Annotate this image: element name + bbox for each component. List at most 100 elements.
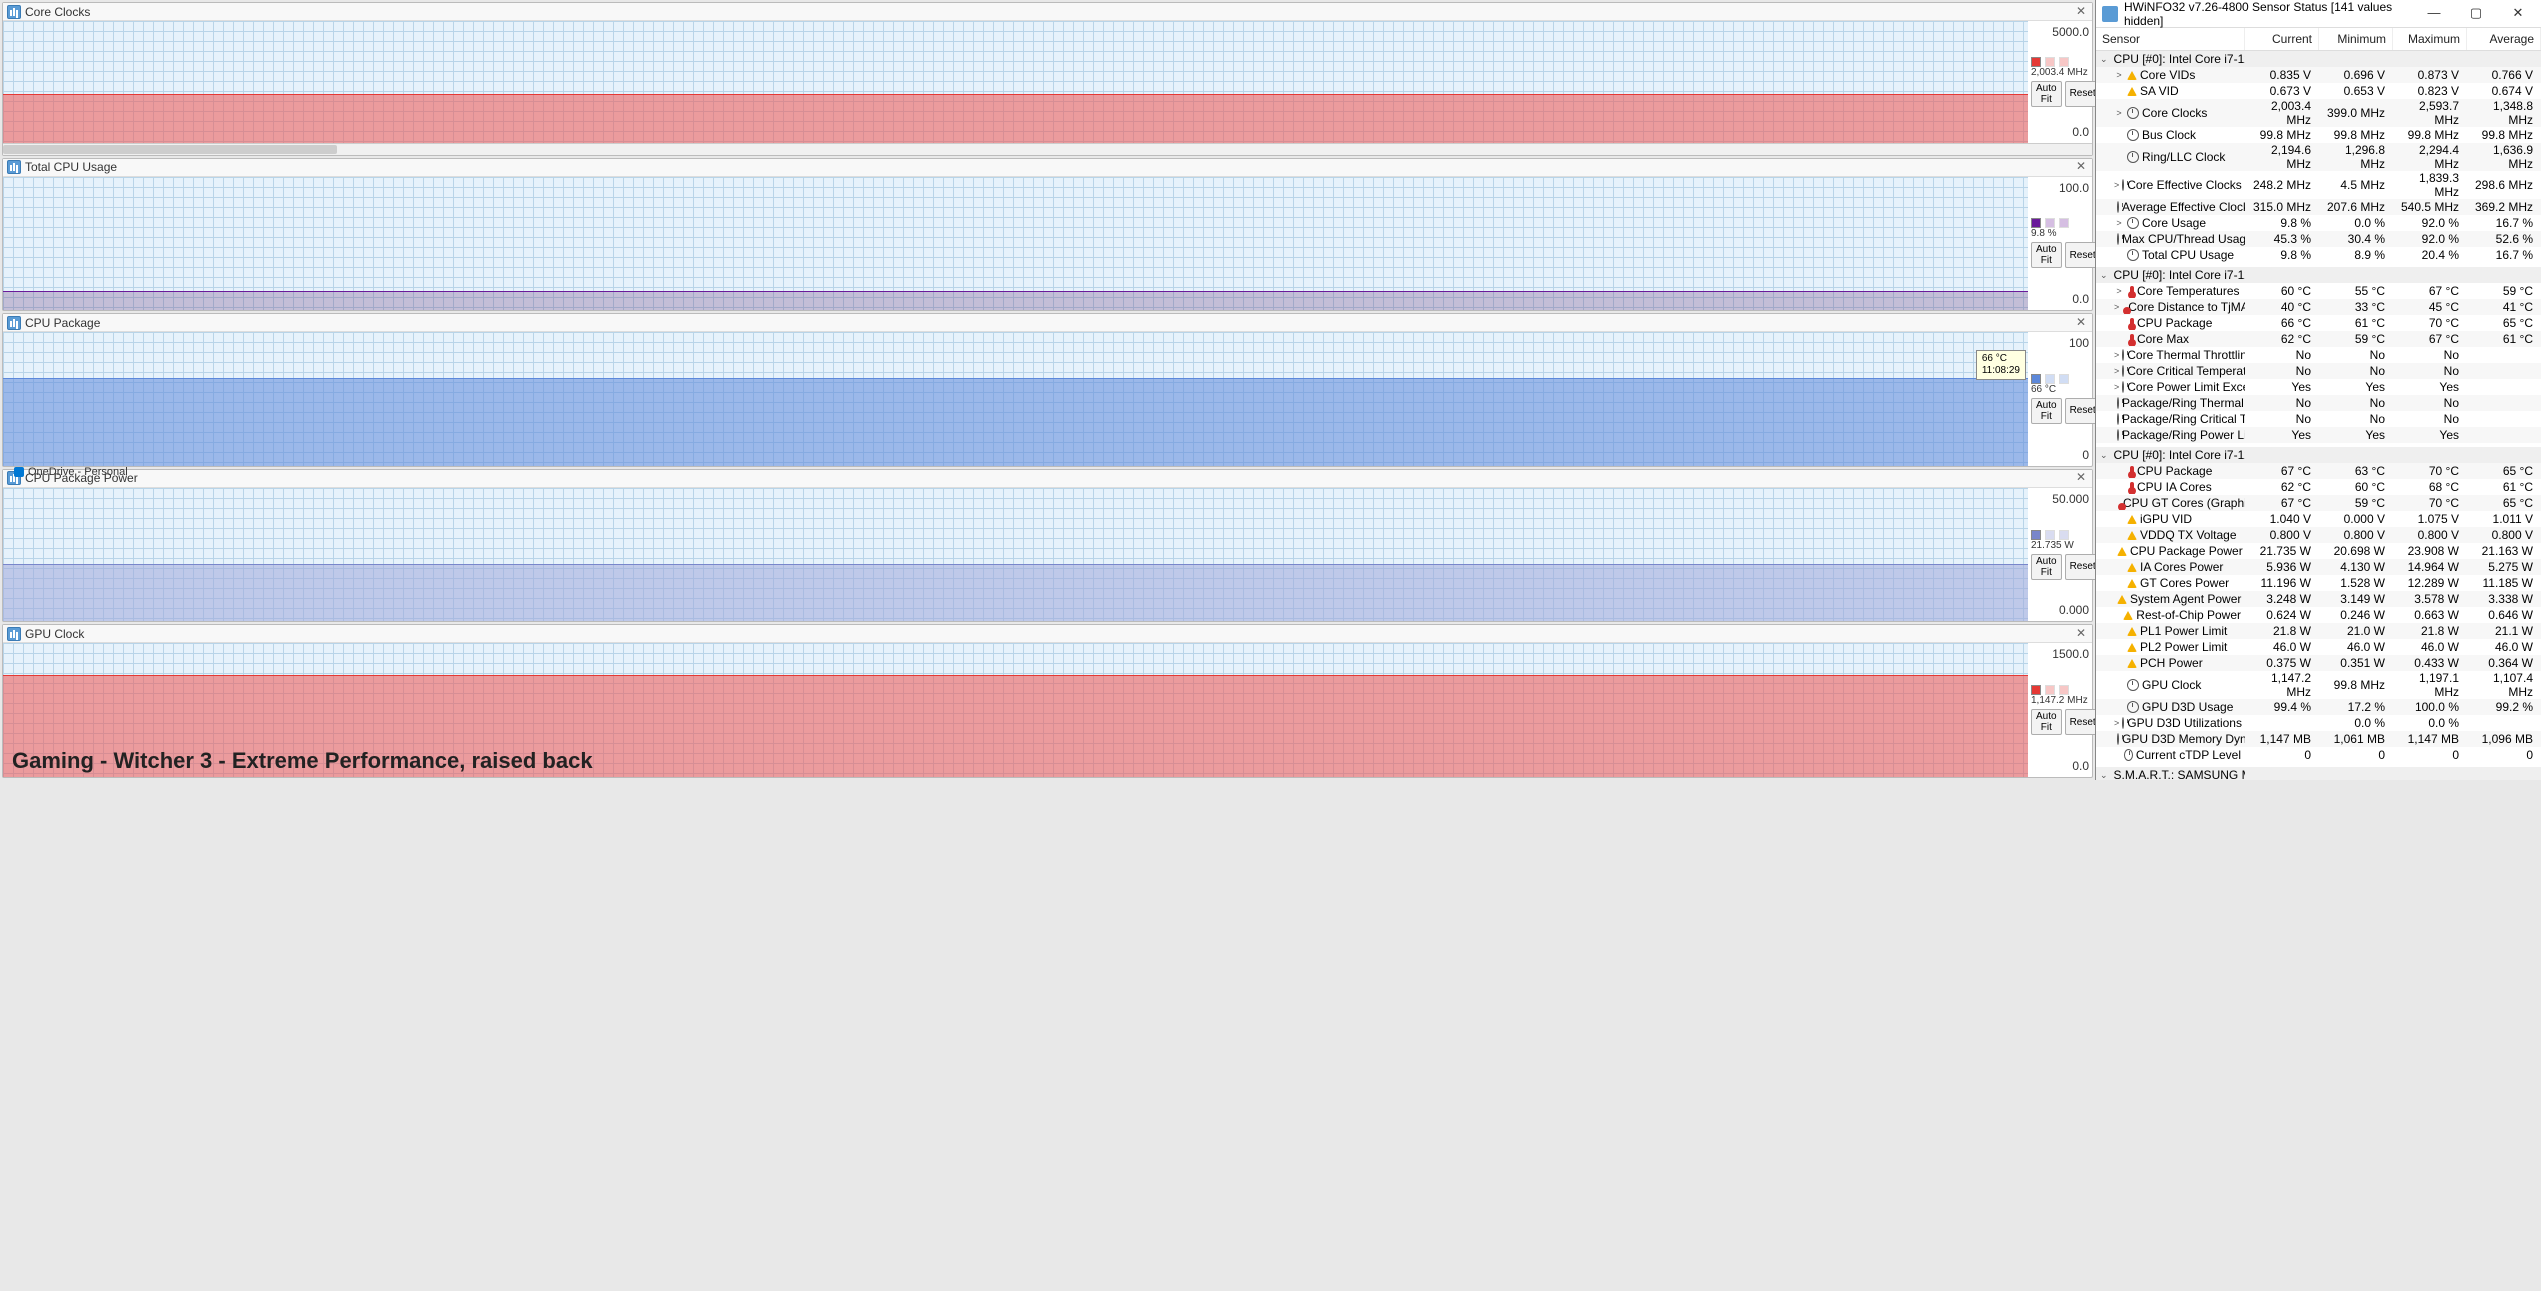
expand-icon[interactable]: ⌄ <box>2100 54 2108 64</box>
sensor-row[interactable]: >Core VIDs0.835 V0.696 V0.873 V0.766 V <box>2096 67 2541 83</box>
sensor-row[interactable]: >Core Power Limit ExceededYesYesYes <box>2096 379 2541 395</box>
expand-icon[interactable] <box>2114 318 2124 328</box>
sensor-row[interactable]: Ring/LLC Clock2,194.6 MHz1,296.8 MHz2,29… <box>2096 143 2541 171</box>
expand-icon[interactable] <box>2114 466 2124 476</box>
autofit-button[interactable]: Auto Fit <box>2031 81 2062 107</box>
expand-icon[interactable]: > <box>2114 108 2124 118</box>
expand-icon[interactable]: > <box>2114 70 2124 80</box>
reset-button[interactable]: Reset <box>2065 81 2095 107</box>
sensor-row[interactable]: >Core Usage9.8 %0.0 %92.0 %16.7 % <box>2096 215 2541 231</box>
chart-plot[interactable] <box>3 177 2028 311</box>
expand-icon[interactable] <box>2114 610 2120 620</box>
sensor-row[interactable]: >Core Temperatures60 °C55 °C67 °C59 °C <box>2096 283 2541 299</box>
expand-icon[interactable]: > <box>2114 286 2124 296</box>
autofit-button[interactable]: Auto Fit <box>2031 554 2062 580</box>
reset-button[interactable]: Reset <box>2065 709 2095 735</box>
legend-swatch-dim[interactable] <box>2059 685 2069 695</box>
expand-icon[interactable] <box>2114 658 2124 668</box>
sensor-row[interactable]: Package/Ring Critical TemperatureNoNoNo <box>2096 411 2541 427</box>
sensor-row[interactable]: GPU D3D Usage99.4 %17.2 %100.0 %99.2 % <box>2096 699 2541 715</box>
sensor-row[interactable]: PL1 Power Limit21.8 W21.0 W21.8 W21.1 W <box>2096 623 2541 639</box>
legend-swatch-dim[interactable] <box>2059 374 2069 384</box>
expand-icon[interactable] <box>2114 86 2124 96</box>
close-icon[interactable]: ✕ <box>2074 160 2088 174</box>
chart-titlebar[interactable]: CPU Package Power✕ <box>3 470 2092 488</box>
expand-icon[interactable] <box>2114 530 2124 540</box>
sensor-row[interactable]: >Core Critical TemperatureNoNoNo <box>2096 363 2541 379</box>
sensor-row[interactable]: GT Cores Power11.196 W1.528 W12.289 W11.… <box>2096 575 2541 591</box>
legend-swatch[interactable] <box>2031 530 2041 540</box>
expand-icon[interactable]: > <box>2114 218 2124 228</box>
expand-icon[interactable] <box>2114 702 2124 712</box>
expand-icon[interactable] <box>2114 750 2121 760</box>
sensor-section[interactable]: ⌄CPU [#0]: Intel Core i7-1260P: E... <box>2096 447 2541 463</box>
sensor-row[interactable]: SA VID0.673 V0.653 V0.823 V0.674 V <box>2096 83 2541 99</box>
sensor-row[interactable]: Package/Ring Thermal ThrottlingNoNoNo <box>2096 395 2541 411</box>
legend-swatch[interactable] <box>2031 57 2041 67</box>
sensor-row[interactable]: >Core Thermal ThrottlingNoNoNo <box>2096 347 2541 363</box>
sensor-row[interactable]: CPU IA Cores62 °C60 °C68 °C61 °C <box>2096 479 2541 495</box>
col-minimum[interactable]: Minimum <box>2319 28 2393 50</box>
autofit-button[interactable]: Auto Fit <box>2031 398 2062 424</box>
legend-swatch-dim[interactable] <box>2059 57 2069 67</box>
sensor-row[interactable]: Max CPU/Thread Usage45.3 %30.4 %92.0 %52… <box>2096 231 2541 247</box>
chart-plot[interactable]: 66 °C11:08:29 <box>3 332 2028 466</box>
legend-swatch-dim[interactable] <box>2045 218 2055 228</box>
col-maximum[interactable]: Maximum <box>2393 28 2467 50</box>
sensor-row[interactable]: PL2 Power Limit46.0 W46.0 W46.0 W46.0 W <box>2096 639 2541 655</box>
sensor-row[interactable]: >GPU D3D Utilizations0.0 %0.0 % <box>2096 715 2541 731</box>
expand-icon[interactable] <box>2114 642 2124 652</box>
legend-swatch-dim[interactable] <box>2045 530 2055 540</box>
expand-icon[interactable]: > <box>2114 350 2119 360</box>
sensor-row[interactable]: >Core Effective Clocks248.2 MHz4.5 MHz1,… <box>2096 171 2541 199</box>
reset-button[interactable]: Reset <box>2065 242 2095 268</box>
chart-plot[interactable] <box>3 21 2028 143</box>
expand-icon[interactable] <box>2114 562 2124 572</box>
expand-icon[interactable]: > <box>2114 302 2119 312</box>
sensor-row[interactable]: Average Effective Clock315.0 MHz207.6 MH… <box>2096 199 2541 215</box>
chart-plot[interactable] <box>3 643 2028 777</box>
sensor-row[interactable]: VDDQ TX Voltage0.800 V0.800 V0.800 V0.80… <box>2096 527 2541 543</box>
sensor-row[interactable]: iGPU VID1.040 V0.000 V1.075 V1.011 V <box>2096 511 2541 527</box>
sensor-row[interactable]: Rest-of-Chip Power0.624 W0.246 W0.663 W0… <box>2096 607 2541 623</box>
chart-titlebar[interactable]: GPU Clock✕ <box>3 625 2092 643</box>
sensor-section[interactable]: ⌄S.M.A.R.T.: SAMSUNG MZVL21T... <box>2096 767 2541 780</box>
legend-swatch-dim[interactable] <box>2045 685 2055 695</box>
legend-swatch[interactable] <box>2031 685 2041 695</box>
sensor-row[interactable]: >Core Distance to TjMAX40 °C33 °C45 °C41… <box>2096 299 2541 315</box>
expand-icon[interactable]: ⌄ <box>2100 770 2108 780</box>
reset-button[interactable]: Reset <box>2065 554 2095 580</box>
expand-icon[interactable]: > <box>2114 718 2119 728</box>
col-average[interactable]: Average <box>2467 28 2541 50</box>
expand-icon[interactable]: ⌄ <box>2100 450 2108 460</box>
minimize-button[interactable]: — <box>2417 3 2451 25</box>
close-icon[interactable]: ✕ <box>2074 627 2088 641</box>
expand-icon[interactable] <box>2114 130 2124 140</box>
expand-icon[interactable]: ⌄ <box>2100 270 2108 280</box>
window-titlebar[interactable]: HWiNFO32 v7.26-4800 Sensor Status [141 v… <box>2096 0 2541 28</box>
legend-swatch-dim[interactable] <box>2059 530 2069 540</box>
horizontal-scrollbar[interactable] <box>3 143 2092 155</box>
sensor-row[interactable]: IA Cores Power5.936 W4.130 W14.964 W5.27… <box>2096 559 2541 575</box>
expand-icon[interactable] <box>2114 334 2124 344</box>
expand-icon[interactable] <box>2114 482 2124 492</box>
expand-icon[interactable] <box>2114 514 2124 524</box>
expand-icon[interactable] <box>2114 152 2124 162</box>
sensor-section[interactable]: ⌄CPU [#0]: Intel Core i7-1260P <box>2096 51 2541 67</box>
expand-icon[interactable] <box>2114 578 2124 588</box>
expand-icon[interactable]: > <box>2114 180 2119 190</box>
close-icon[interactable]: ✕ <box>2074 316 2088 330</box>
chart-titlebar[interactable]: Core Clocks✕ <box>3 3 2092 21</box>
expand-icon[interactable]: > <box>2114 382 2119 392</box>
expand-icon[interactable] <box>2114 250 2124 260</box>
expand-icon[interactable] <box>2114 680 2124 690</box>
maximize-button[interactable]: ▢ <box>2459 3 2493 25</box>
reset-button[interactable]: Reset <box>2065 398 2095 424</box>
sensor-row[interactable]: Bus Clock99.8 MHz99.8 MHz99.8 MHz99.8 MH… <box>2096 127 2541 143</box>
expand-icon[interactable]: > <box>2114 366 2119 376</box>
close-icon[interactable]: ✕ <box>2074 471 2088 485</box>
sensor-row[interactable]: PCH Power0.375 W0.351 W0.433 W0.364 W <box>2096 655 2541 671</box>
scrollbar-thumb[interactable] <box>3 145 337 154</box>
legend-swatch-dim[interactable] <box>2059 218 2069 228</box>
sensor-row[interactable]: Total CPU Usage9.8 %8.9 %20.4 %16.7 % <box>2096 247 2541 263</box>
